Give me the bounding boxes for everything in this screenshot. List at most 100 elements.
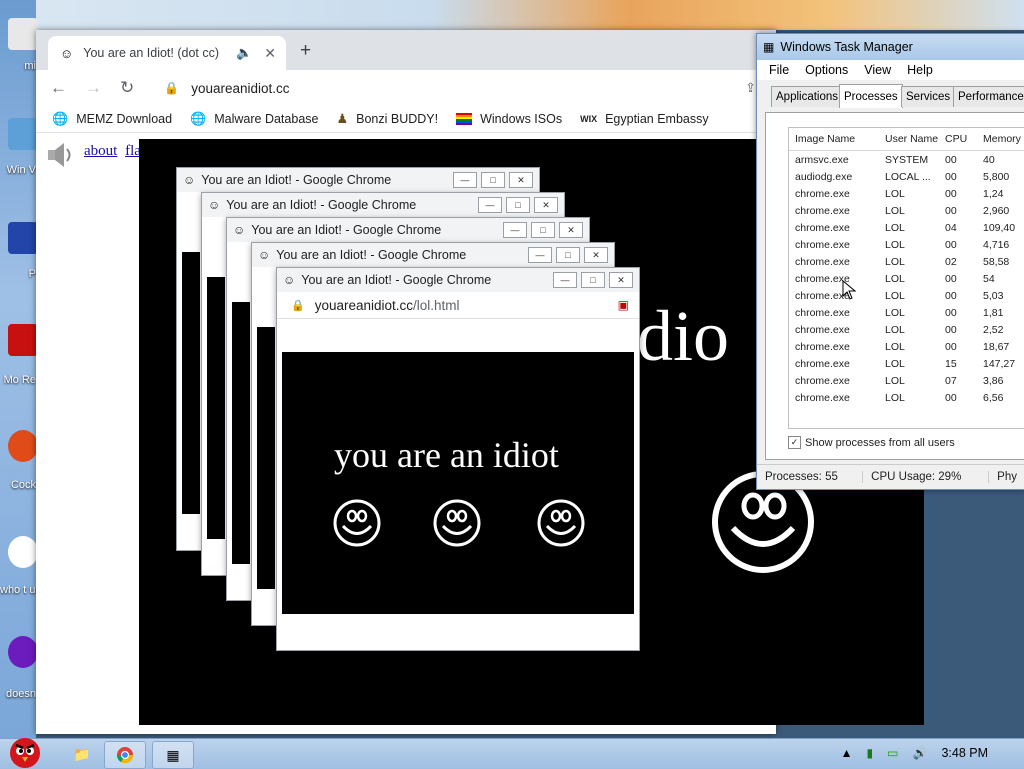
bonzi-icon: ♟ [336, 111, 349, 126]
tab-performance[interactable]: Performance [953, 86, 1024, 107]
maximize-icon[interactable]: □ [556, 247, 580, 263]
minimize-icon[interactable]: — [453, 172, 477, 188]
table-cell: LOL [885, 238, 905, 251]
reload-icon[interactable]: ↻ [120, 78, 134, 98]
browser-tab[interactable]: ☺ You are an Idiot! (dot cc) 🔈 ✕ [48, 36, 286, 70]
table-row[interactable]: chrome.exe LOL 00 2,960 [789, 202, 1024, 219]
lock-icon: 🔒 [291, 299, 305, 312]
table-cell: 1,81 [983, 306, 1004, 319]
column-cpu[interactable]: CPU [945, 133, 983, 145]
task-manager-title-bar[interactable]: ▦ Windows Task Manager [757, 34, 1024, 60]
table-row[interactable]: chrome.exe LOL 15 147,27 [789, 355, 1024, 372]
popup-window-icon[interactable]: ▣ [618, 298, 629, 312]
menu-options[interactable]: Options [805, 63, 848, 77]
close-icon[interactable]: ✕ [264, 45, 276, 62]
table-row[interactable]: chrome.exe LOL 07 3,86 [789, 372, 1024, 389]
minimize-icon[interactable]: — [503, 222, 527, 238]
table-row[interactable]: chrome.exe LOL 00 5,03 [789, 287, 1024, 304]
table-row[interactable]: armsvc.exe SYSTEM 00 40 [789, 151, 1024, 168]
table-cell: LOL [885, 323, 905, 336]
tab-processes[interactable]: Processes [839, 84, 903, 108]
close-icon[interactable]: ✕ [559, 222, 583, 238]
table-row[interactable]: chrome.exe LOL 00 1,24 [789, 185, 1024, 202]
task-manager-status-bar: Processes: 55 CPU Usage: 29% Phy [757, 464, 1024, 489]
minimize-icon[interactable]: — [528, 247, 552, 263]
back-icon[interactable]: ← [50, 78, 67, 98]
table-row[interactable]: chrome.exe LOL 00 1,81 [789, 304, 1024, 321]
table-cell: chrome.exe [795, 374, 850, 387]
desktop-icon-3[interactable] [8, 222, 38, 254]
share-icon[interactable]: ⇪ [745, 80, 756, 96]
close-icon[interactable]: ✕ [509, 172, 533, 188]
bookmark-malware[interactable]: 🌐 Malware Database [190, 111, 318, 127]
desktop-icon-2[interactable] [8, 118, 38, 150]
table-row[interactable]: audiodg.exe LOCAL ... 00 5,800 [789, 168, 1024, 185]
popup-title: You are an Idiot! - Google Chrome [251, 223, 442, 237]
table-cell: 3,86 [983, 374, 1004, 387]
menu-file[interactable]: File [769, 63, 789, 77]
show-hidden-icons-icon[interactable]: ▲ [841, 746, 853, 760]
table-row[interactable]: chrome.exe LOL 04 109,40 [789, 219, 1024, 236]
desktop-icon-5[interactable] [8, 430, 38, 462]
menu-view[interactable]: View [864, 63, 891, 77]
address-bar[interactable]: 🔒 youareanidiot.cc [164, 81, 289, 96]
menu-help[interactable]: Help [907, 63, 933, 77]
status-cpu: CPU Usage: 29% [863, 471, 990, 483]
new-tab-button[interactable]: + [300, 40, 311, 62]
tab-applications[interactable]: Applications [771, 86, 844, 107]
desktop-icon-7[interactable] [8, 636, 38, 668]
about-link[interactable]: about [84, 143, 117, 159]
desktop-icon-1[interactable] [8, 18, 38, 50]
minimize-icon[interactable]: — [478, 197, 502, 213]
popup-address-bar[interactable]: 🔒 youareanidiot.cc/lol.html ▣ [277, 292, 639, 319]
volume-icon[interactable]: 🔊 [912, 746, 927, 760]
bookmark-memz[interactable]: 🌐 MEMZ Download [52, 111, 172, 127]
task-manager-title: Windows Task Manager [780, 40, 913, 54]
task-manager-tabs: Applications Processes Services Performa… [757, 84, 1024, 110]
popup-title: You are an Idiot! - Google Chrome [301, 273, 492, 287]
tab-services[interactable]: Services [901, 86, 956, 107]
desktop-icon-6[interactable] [8, 536, 38, 568]
column-user-name[interactable]: User Name [885, 133, 945, 145]
table-row[interactable]: chrome.exe LOL 00 2,52 [789, 321, 1024, 338]
speaker-icon[interactable] [44, 139, 76, 171]
maximize-icon[interactable]: □ [581, 272, 605, 288]
column-image-name[interactable]: Image Name [789, 133, 885, 145]
table-row[interactable]: chrome.exe LOL 00 18,67 [789, 338, 1024, 355]
minimize-icon[interactable]: — [553, 272, 577, 288]
desktop-icon-4[interactable] [8, 324, 38, 356]
angry-bird-start-icon[interactable] [4, 733, 46, 769]
table-cell: 2,52 [983, 323, 1004, 336]
close-icon[interactable]: ✕ [534, 197, 558, 213]
table-row[interactable]: chrome.exe LOL 02 58,58 [789, 253, 1024, 270]
popup-title: You are an Idiot! - Google Chrome [226, 198, 417, 212]
forward-icon[interactable]: → [85, 78, 102, 98]
task-manager-icon: ▦ [763, 40, 775, 54]
bookmark-egyptian-embassy[interactable]: WIX Egyptian Embassy [580, 112, 709, 126]
speaker-icon[interactable]: 🔈 [236, 45, 252, 61]
table-row[interactable]: chrome.exe LOL 00 6,56 [789, 389, 1024, 406]
cpu-meter-icon[interactable]: ▮ [867, 746, 874, 760]
show-all-processes-checkbox[interactable]: ✓ Show processes from all users [788, 436, 955, 449]
bookmark-windows-isos[interactable]: Windows ISOs [456, 112, 562, 126]
process-list[interactable]: Image Name User Name CPU Memory armsvc.e… [788, 127, 1024, 429]
explorer-icon[interactable]: 📁 [62, 741, 102, 767]
close-icon[interactable]: ✕ [584, 247, 608, 263]
chrome-taskbar-button[interactable] [104, 741, 146, 769]
maximize-icon[interactable]: □ [531, 222, 555, 238]
table-cell: 02 [945, 255, 957, 268]
battery-icon[interactable]: ▭ [887, 746, 898, 760]
maximize-icon[interactable]: □ [506, 197, 530, 213]
column-memory[interactable]: Memory [983, 133, 1024, 145]
clock[interactable]: 3:48 PM [941, 746, 988, 760]
table-cell: 00 [945, 272, 957, 285]
maximize-icon[interactable]: □ [481, 172, 505, 188]
task-manager-menu: File Options View Help [757, 60, 1024, 80]
close-icon[interactable]: ✕ [609, 272, 633, 288]
table-cell: 6,56 [983, 391, 1004, 404]
table-row[interactable]: chrome.exe LOL 00 4,716 [789, 236, 1024, 253]
task-manager-taskbar-button[interactable]: ▦ [152, 741, 194, 769]
bookmark-bonzi[interactable]: ♟ Bonzi BUDDY! [336, 111, 438, 127]
popup-window-front[interactable]: ☺ You are an Idiot! - Google Chrome — □ ✕ … [276, 267, 640, 651]
table-row[interactable]: chrome.exe LOL 00 54 [789, 270, 1024, 287]
